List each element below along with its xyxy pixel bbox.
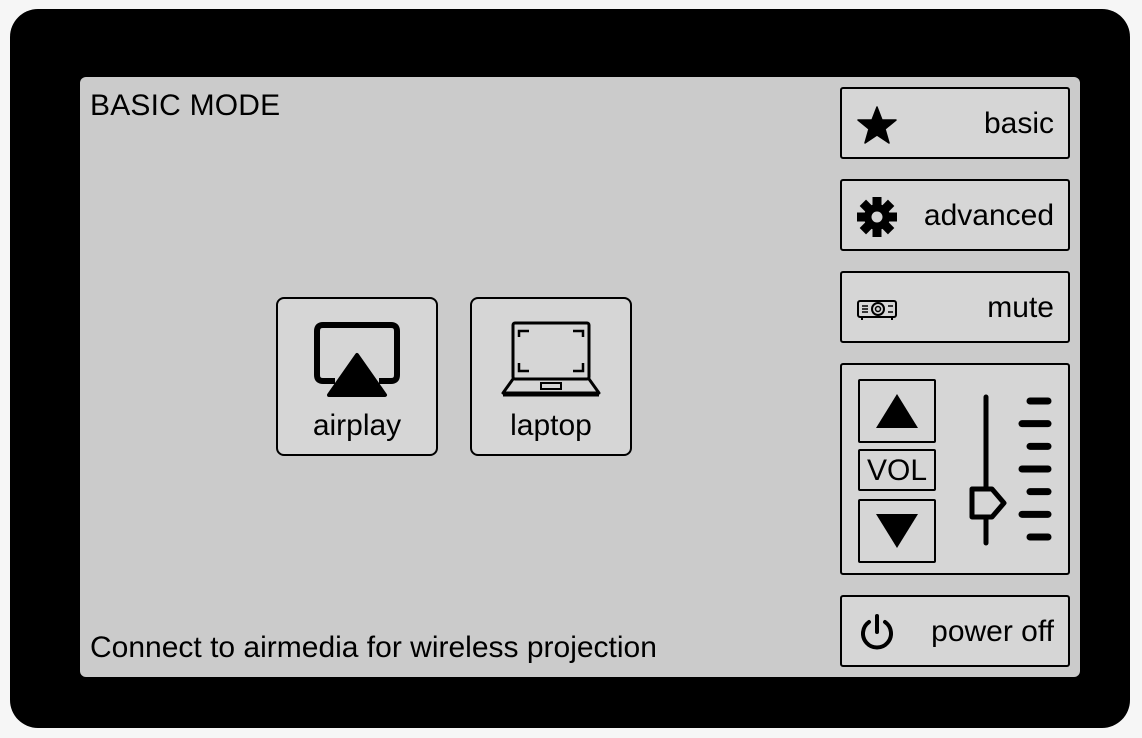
status-message: Connect to airmedia for wireless project… (90, 631, 657, 664)
triangle-up-icon (876, 394, 918, 428)
advanced-mode-button[interactable]: advanced (840, 179, 1070, 251)
volume-down-button[interactable] (858, 499, 936, 563)
advanced-label: advanced (923, 199, 1054, 232)
projector-icon (856, 289, 898, 329)
mute-button[interactable]: mute (840, 271, 1070, 343)
laptop-label: laptop (510, 409, 592, 442)
power-off-button[interactable]: power off (840, 595, 1070, 667)
laptop-source-button[interactable]: laptop (470, 297, 632, 456)
basic-label: basic (983, 107, 1054, 140)
volume-up-button[interactable] (858, 379, 936, 443)
volume-label: VOL (858, 449, 936, 491)
airplay-icon (278, 319, 436, 399)
volume-slider-thumb[interactable] (969, 486, 1007, 520)
touch-panel-screen: BASIC MODE airplay laptop Connect to air… (80, 77, 1080, 677)
volume-slider[interactable] (962, 393, 1054, 549)
power-icon (856, 613, 898, 653)
power-off-label: power off (931, 615, 1054, 648)
triangle-down-icon (876, 514, 918, 548)
mode-title: BASIC MODE (90, 89, 281, 122)
volume-scale-ticks (1018, 397, 1052, 541)
device-bezel: BASIC MODE airplay laptop Connect to air… (10, 9, 1130, 728)
airplay-label: airplay (312, 409, 402, 442)
mute-label: mute (987, 291, 1054, 324)
airplay-source-button[interactable]: airplay (276, 297, 438, 456)
laptop-icon (472, 319, 630, 399)
volume-control: VOL (840, 363, 1070, 575)
basic-mode-button[interactable]: basic (840, 87, 1070, 159)
star-icon (856, 105, 898, 145)
gear-icon (856, 197, 898, 237)
